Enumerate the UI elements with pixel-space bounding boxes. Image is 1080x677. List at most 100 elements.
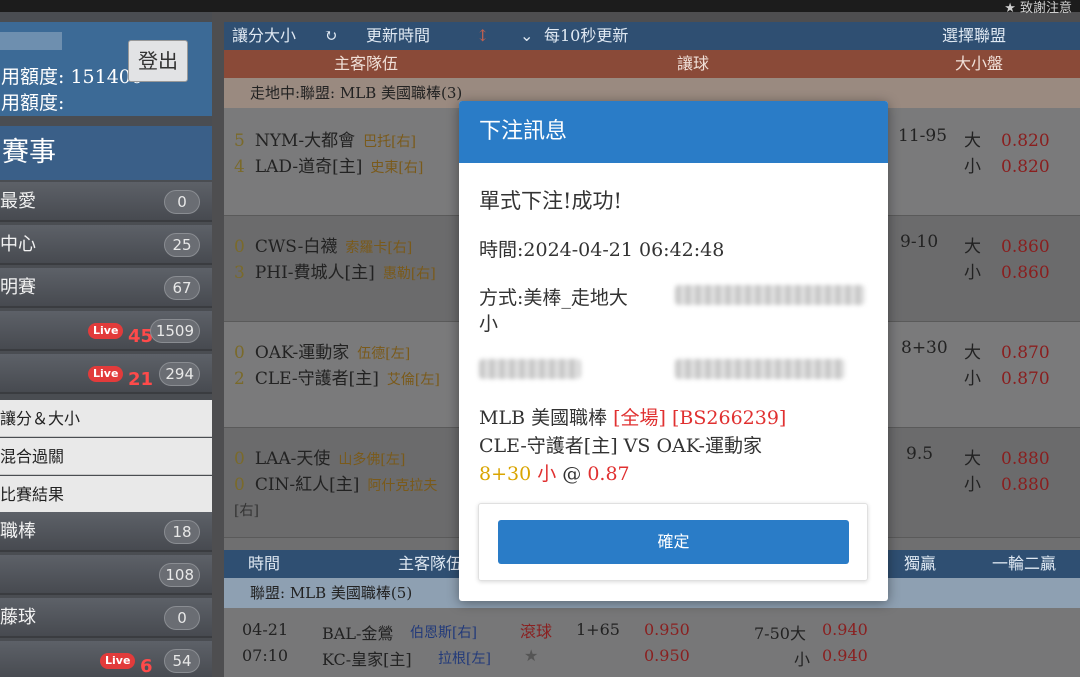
sidebar-item-label: 明賽	[0, 277, 36, 298]
refresh-icon[interactable]: ↻	[324, 22, 337, 50]
game-date: 04-21	[242, 620, 289, 639]
count-badge: 18	[164, 520, 200, 544]
sidebar-item-pro-baseball[interactable]: 職棒 18	[0, 512, 212, 552]
bet-selection: 8+30 小 @ 0.87	[479, 459, 630, 486]
pitcher: 伍德[左]	[357, 346, 411, 362]
ou-under[interactable]: 小 0.860	[964, 258, 1050, 283]
auto-refresh-select[interactable]: 每10秒更新	[544, 22, 628, 50]
score: 0	[234, 449, 245, 469]
sidebar-item-sepak-takraw[interactable]: 藤球 0	[0, 598, 212, 638]
bet-method-cont: 小	[479, 313, 499, 335]
update-time-button[interactable]: 更新時間	[366, 22, 430, 50]
sort-icon[interactable]: ↕	[476, 22, 489, 50]
bet-odds: 0.87	[587, 463, 630, 485]
confirm-button[interactable]: 確定	[498, 520, 849, 564]
pitcher: 伯恩斯[右]	[410, 625, 477, 641]
home-team: 4 LAD-道奇[主] 史東[右]	[234, 152, 423, 177]
blurred-text	[675, 285, 865, 305]
ou-label: 大	[964, 237, 981, 257]
team-name: CWS-白襪	[254, 237, 338, 257]
select-league-button[interactable]: 選擇聯盟	[942, 22, 1006, 50]
bet-line: 8+30	[479, 463, 532, 485]
count-badge: 294	[159, 362, 200, 386]
team-name: NYM-大都會	[254, 131, 356, 151]
logout-button[interactable]: 登出	[128, 40, 188, 82]
ou-over[interactable]: 大 0.860	[964, 232, 1050, 257]
ou-odds: 0.880	[1001, 449, 1050, 469]
ou-odds[interactable]: 0.940	[822, 646, 868, 665]
username-blurred	[0, 32, 62, 50]
count-badge: 0	[164, 190, 200, 214]
league-name: MLB 美國職棒	[479, 407, 608, 429]
live-count: 6	[140, 656, 153, 677]
bet-time: 時間:2024-04-21 06:42:48	[479, 239, 725, 261]
ou-over[interactable]: 大 0.880	[964, 444, 1050, 469]
team-name: OAK-運動家	[254, 343, 350, 363]
ou-label: 小	[964, 475, 981, 495]
sidebar-item-center[interactable]: 中心 25	[0, 225, 212, 265]
live-badge: Live	[88, 366, 124, 382]
ou-odds[interactable]: 0.940	[822, 620, 868, 639]
home-team: 2 CLE-守護者[主] 艾倫[左]	[234, 364, 440, 389]
sidebar-item-label: 最愛	[0, 191, 36, 212]
pitcher: 阿什克拉夫	[367, 478, 438, 494]
handicap-odds[interactable]: 0.950	[644, 646, 690, 665]
ou-odds: 0.870	[1001, 343, 1050, 363]
team-name: PHI-費城人[主]	[254, 263, 375, 283]
ou-odds: 0.880	[1001, 475, 1050, 495]
bet-id: [BS266239]	[672, 407, 787, 429]
sidebar-item-other[interactable]: 108	[0, 555, 212, 595]
live-badge: Live	[88, 323, 124, 339]
handicap-odds[interactable]: 0.950	[644, 620, 690, 639]
at-sign: @	[562, 463, 582, 485]
sidebar-item-favorites[interactable]: 最愛 0	[0, 182, 212, 222]
ou-line: 9.5	[906, 444, 934, 464]
bet-status: 單式下注!成功!	[479, 189, 622, 213]
count-badge: 108	[159, 563, 200, 587]
live-badge: Live	[100, 653, 136, 669]
table-header: 主客隊伍 讓球 大小盤	[224, 50, 1080, 78]
sidebar-item-live-1[interactable]: Live 45 1509	[0, 311, 212, 351]
col-ou: 大小盤	[954, 54, 1003, 73]
col-teams: 主客隊伍	[333, 54, 398, 73]
pitcher: 索羅卡[右]	[345, 240, 413, 256]
handicap-ou-tab[interactable]: 讓分大小	[232, 22, 296, 50]
chevron-down-icon[interactable]: ⌄	[520, 22, 533, 50]
col-win: 獨贏	[904, 554, 937, 573]
away-team: BAL-金鶯	[322, 624, 394, 643]
pitcher-hand: [右]	[234, 503, 259, 519]
bet-method: 方式:美棒_走地大	[479, 287, 628, 309]
subitem-handicap-ou[interactable]: 讓分＆大小	[0, 400, 212, 437]
count-badge: 25	[164, 233, 200, 257]
ou-line: 7-50大	[754, 624, 806, 643]
team-name: CIN-紅人[主]	[254, 475, 360, 495]
announcement-link[interactable]: ★ 致謝注意	[1004, 0, 1072, 16]
star-icon[interactable]: ★	[524, 646, 538, 665]
ou-odds: 0.820	[1001, 131, 1050, 151]
ou-under[interactable]: 小 0.820	[964, 152, 1050, 177]
col-handicap: 讓球	[676, 54, 709, 73]
toolbar: 讓分大小 ↻ 更新時間 ↕ ⌄ 每10秒更新 選擇聯盟	[224, 22, 1080, 50]
ou-label: 小	[964, 263, 981, 283]
pitcher: 巴托[右]	[363, 134, 417, 150]
team-name: LAA-天使	[254, 449, 331, 469]
sidebar-item-live-2[interactable]: Live 21 294	[0, 354, 212, 394]
sidebar-item-tomorrow[interactable]: 明賽 67	[0, 268, 212, 308]
ou-under[interactable]: 小 0.870	[964, 364, 1050, 389]
score: 3	[234, 263, 245, 283]
col-teams: 主客隊伍	[398, 554, 463, 573]
ou-over[interactable]: 大 0.820	[964, 126, 1050, 151]
game-time: 07:10	[242, 646, 289, 665]
subitem-results[interactable]: 比賽結果	[0, 476, 212, 513]
modal-title: 下注訊息	[459, 101, 888, 163]
ou-over[interactable]: 大 0.870	[964, 338, 1050, 363]
ou-label: 小	[964, 157, 981, 177]
bet-side: 小	[537, 463, 557, 485]
sidebar-item-live-3[interactable]: Live 6 54	[0, 641, 212, 677]
ou-label: 大	[964, 131, 981, 151]
home-team: 3 PHI-費城人[主] 惠勒[右]	[234, 258, 436, 283]
ou-under[interactable]: 小 0.880	[964, 470, 1050, 495]
subitem-parlay[interactable]: 混合過關	[0, 438, 212, 475]
pitcher: 艾倫[左]	[386, 372, 440, 388]
away-team: 5 NYM-大都會 巴托[右]	[234, 126, 416, 151]
